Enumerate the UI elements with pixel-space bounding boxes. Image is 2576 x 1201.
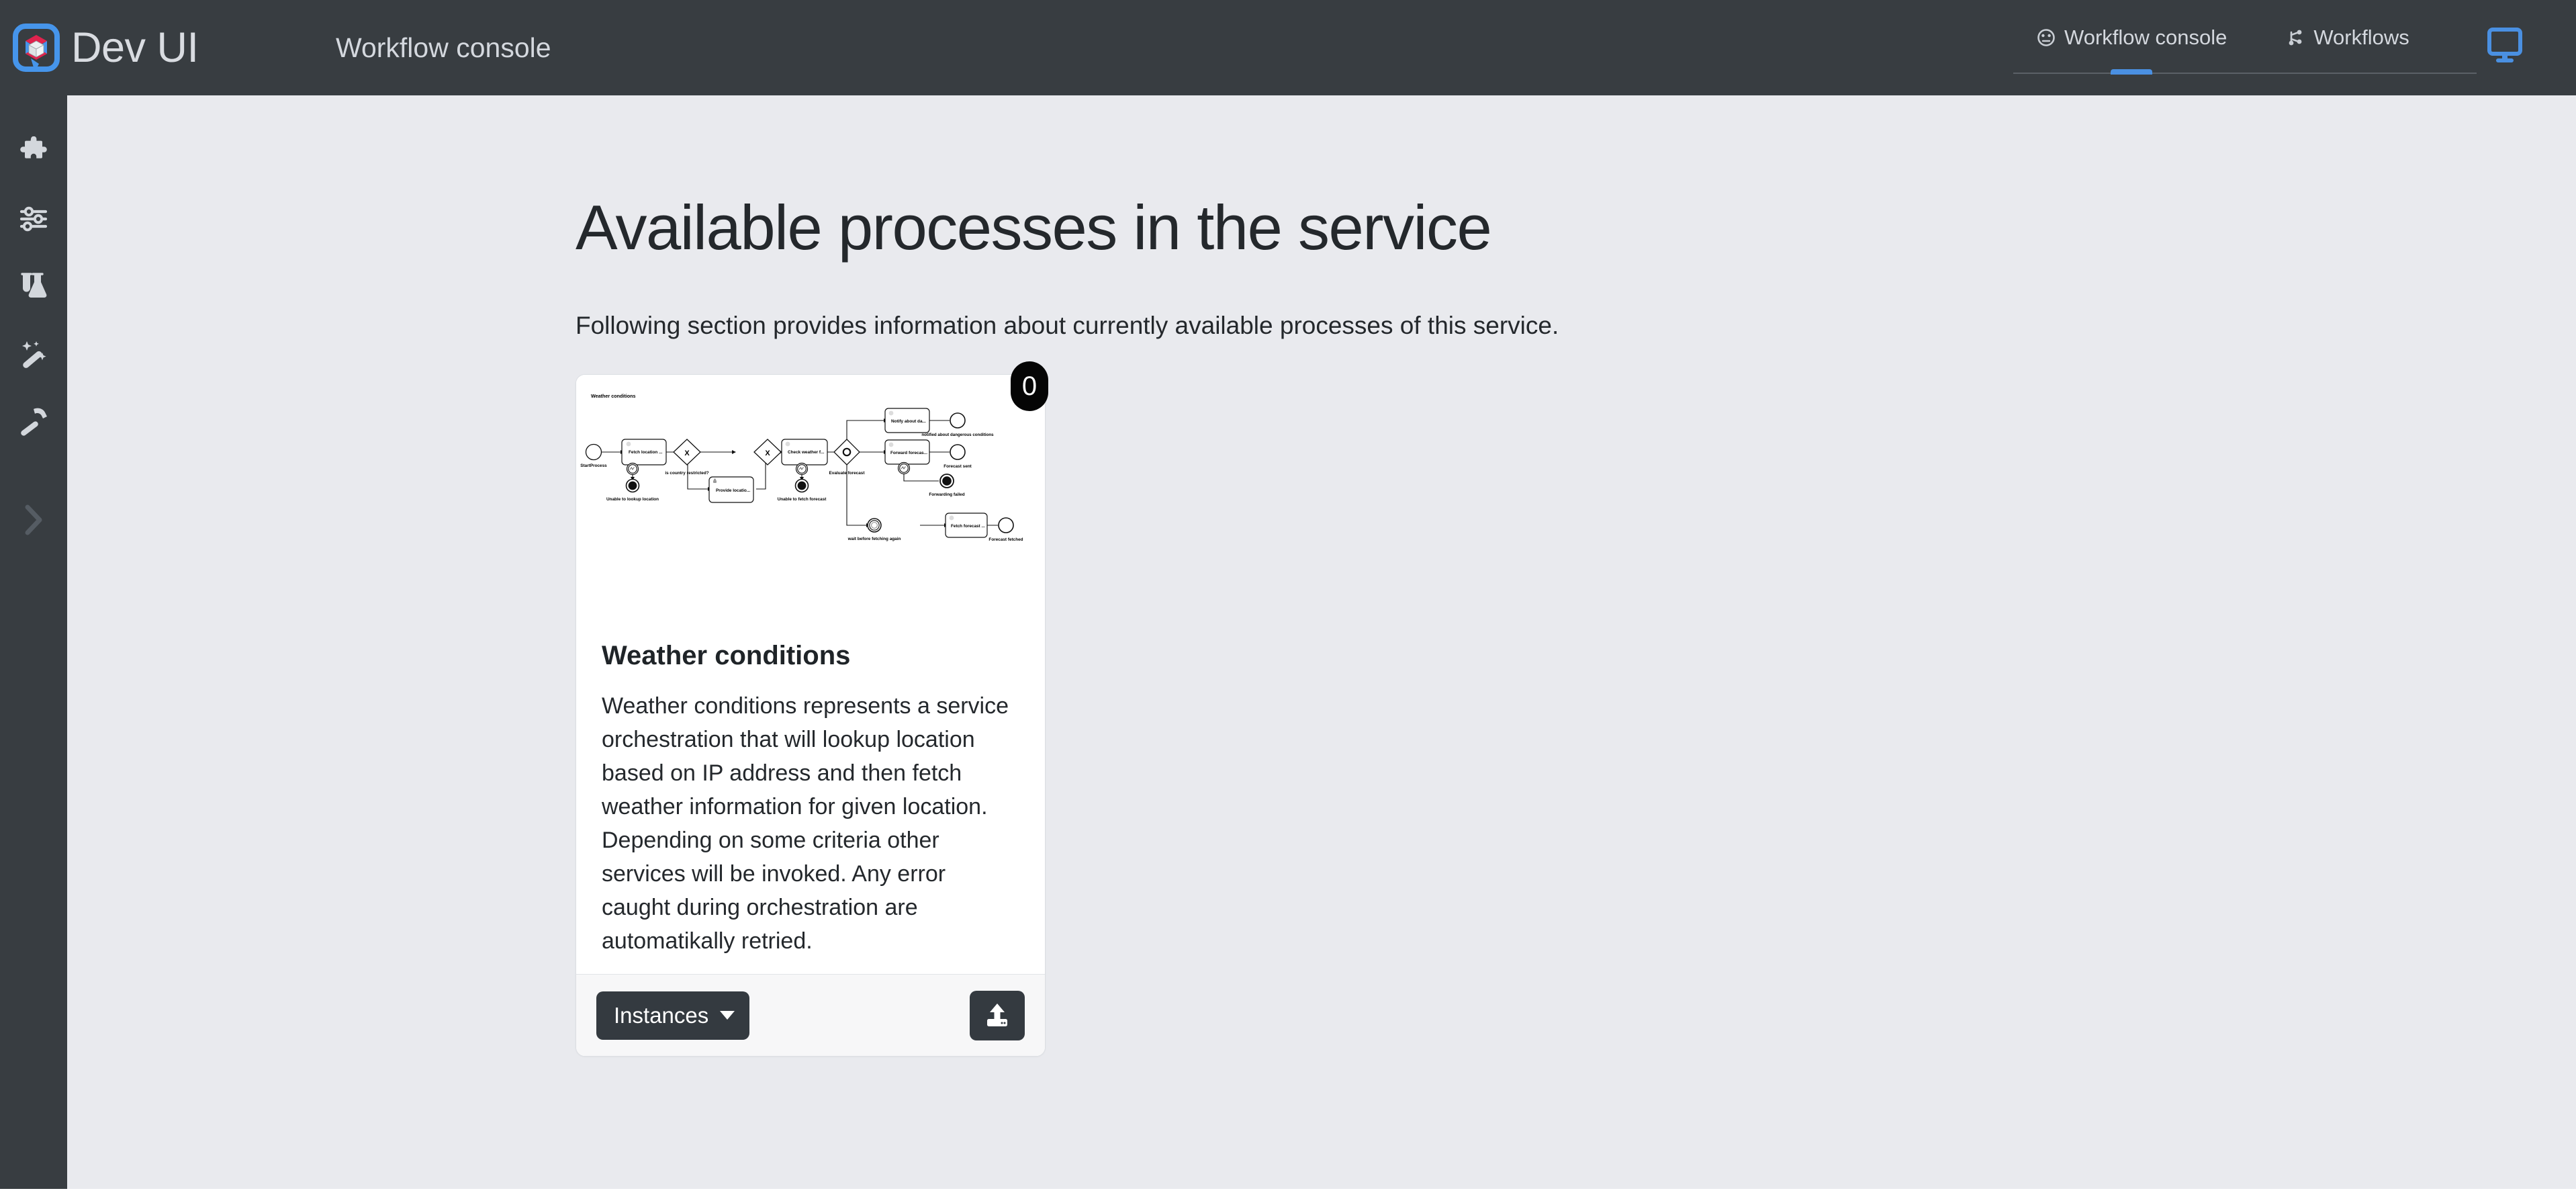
svg-text:Notify about da...: Notify about da... bbox=[891, 419, 926, 424]
page-title: Workflow console bbox=[336, 32, 551, 63]
svg-text:Forward forecas...: Forward forecas... bbox=[890, 451, 927, 455]
puzzle-piece-icon bbox=[18, 136, 49, 167]
svg-text:Evaluate forecast: Evaluate forecast bbox=[829, 471, 866, 476]
sidebar bbox=[0, 95, 67, 1189]
chevron-right-icon bbox=[18, 500, 49, 539]
magic-wand-icon bbox=[18, 338, 49, 369]
svg-text:Fetch forecast ...: Fetch forecast ... bbox=[951, 524, 985, 529]
sidebar-expand-button[interactable] bbox=[0, 486, 67, 553]
instances-button-label: Instances bbox=[614, 1002, 709, 1028]
sidebar-item-build[interactable] bbox=[0, 387, 67, 454]
sidebar-item-dev-services[interactable] bbox=[0, 320, 67, 387]
brand[interactable]: Dev UI bbox=[0, 24, 322, 72]
instance-count-badge: 0 bbox=[1011, 361, 1048, 411]
tab-underline-track bbox=[2013, 73, 2477, 74]
process-card[interactable]: 0 Weather conditions StartProcess Fetch … bbox=[576, 361, 1048, 1057]
display-toggle-button[interactable] bbox=[2485, 26, 2525, 66]
sliders-icon bbox=[18, 204, 49, 234]
upload-icon bbox=[983, 1002, 1011, 1030]
svg-text:Provide locatio...: Provide locatio... bbox=[716, 488, 750, 493]
main-content: Available processes in the service Follo… bbox=[67, 95, 2576, 1189]
sidebar-item-configuration[interactable] bbox=[0, 185, 67, 253]
svg-text:X: X bbox=[684, 449, 690, 457]
dashboard-gauge-icon bbox=[2037, 28, 2056, 47]
tab-workflow-console[interactable]: Workflow console bbox=[2037, 26, 2227, 50]
bpmn-diagram-thumbnail[interactable]: Weather conditions StartProcess Fetch lo… bbox=[576, 375, 1045, 622]
svg-text:Forecast sent: Forecast sent bbox=[944, 464, 972, 469]
card-title: Weather conditions bbox=[602, 641, 851, 670]
bottom-strip bbox=[0, 1189, 2576, 1201]
sidebar-item-testing[interactable] bbox=[0, 253, 67, 320]
card-footer: Instances bbox=[576, 974, 1045, 1056]
svg-text:Forwarding failed: Forwarding failed bbox=[929, 492, 964, 497]
brand-name: Dev UI bbox=[71, 24, 199, 71]
tab-workflows[interactable]: Workflows bbox=[2286, 26, 2409, 50]
svg-text:Unable to lookup location: Unable to lookup location bbox=[606, 497, 659, 502]
tab-workflows-label: Workflows bbox=[2313, 26, 2409, 49]
svg-text:is country restricted?: is country restricted? bbox=[665, 471, 708, 476]
tab-active-indicator bbox=[2111, 69, 2152, 75]
flask-test-tubes-icon bbox=[18, 271, 49, 302]
sidebar-item-extensions[interactable] bbox=[0, 118, 67, 185]
card-body: Weather conditions Weather conditions re… bbox=[576, 622, 1045, 959]
page-heading: Available processes in the service bbox=[576, 192, 1492, 263]
svg-text:Fetch location ...: Fetch location ... bbox=[629, 450, 663, 455]
caret-down-icon bbox=[720, 1011, 735, 1020]
upload-button[interactable] bbox=[970, 990, 1025, 1040]
sitemap-branch-icon bbox=[2286, 28, 2305, 47]
instances-dropdown-button[interactable]: Instances bbox=[596, 991, 750, 1040]
hammer-icon bbox=[18, 405, 49, 436]
nav-tabs: Workflow console Workflows bbox=[2010, 0, 2480, 95]
app-root: Dev UI Workflow console Workflow console bbox=[0, 0, 2576, 1201]
svg-text:Check weather f...: Check weather f... bbox=[788, 450, 825, 455]
svg-text:Weather conditions: Weather conditions bbox=[591, 393, 636, 399]
quarkus-logo-icon bbox=[12, 24, 60, 72]
monitor-display-icon bbox=[2485, 26, 2525, 66]
page-subtitle: Following section provides information a… bbox=[576, 312, 1559, 339]
svg-text:Unable to fetch forecast: Unable to fetch forecast bbox=[778, 497, 827, 502]
svg-text:StartProcess: StartProcess bbox=[580, 463, 607, 468]
svg-text:Forecast fetched: Forecast fetched bbox=[988, 537, 1023, 542]
svg-text:notified about dangerous condi: notified about dangerous conditions bbox=[921, 433, 994, 437]
card-description: Weather conditions represents a service … bbox=[602, 693, 1009, 954]
tab-workflow-console-label: Workflow console bbox=[2064, 26, 2227, 49]
svg-text:wait before fetching again: wait before fetching again bbox=[847, 537, 901, 541]
svg-text:X: X bbox=[765, 449, 770, 457]
